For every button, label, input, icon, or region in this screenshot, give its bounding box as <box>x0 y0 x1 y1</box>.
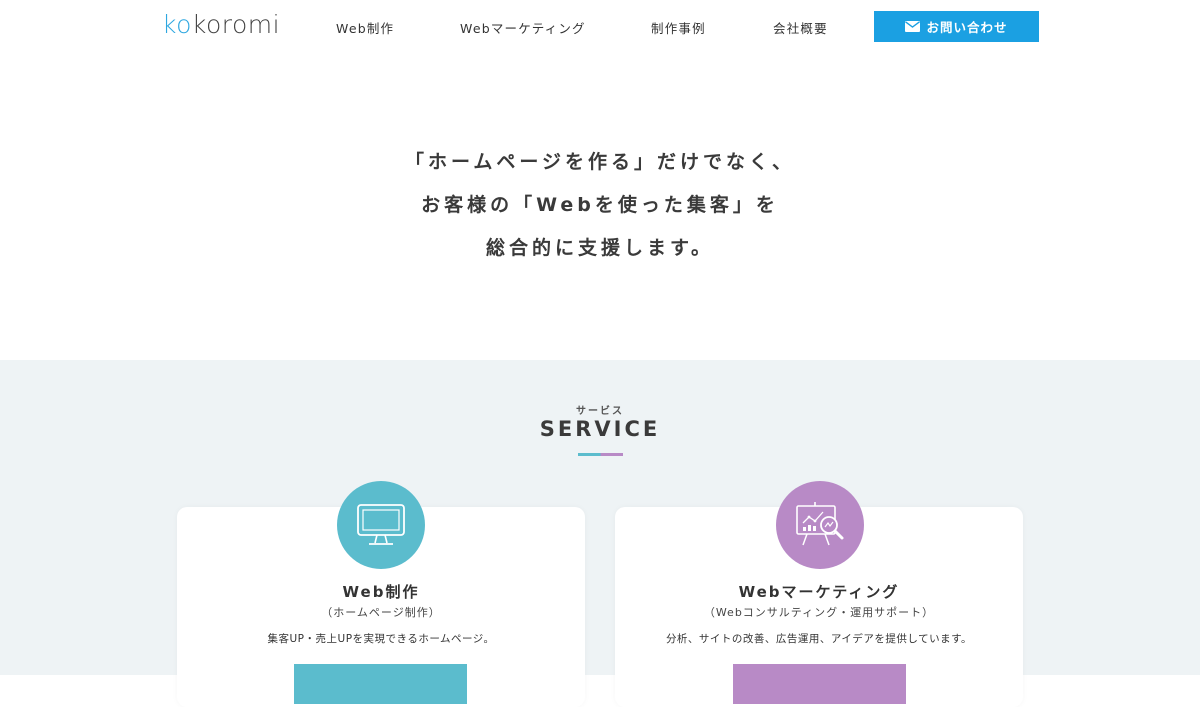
contact-button[interactable]: お問い合わせ <box>874 11 1039 42</box>
nav-works[interactable]: 制作事例 <box>651 18 706 37</box>
card-more-button[interactable] <box>733 664 906 704</box>
card-title: Webマーケティング <box>738 583 900 601</box>
card-subtitle: （Webコンサルティング・運用サポート） <box>703 606 935 619</box>
nav-web-production[interactable]: Web制作 <box>336 18 394 37</box>
card-description: 集客UP・売上UPを実現できるホームページ。 <box>267 633 495 645</box>
analytics-board-icon <box>776 481 864 569</box>
service-title-underline <box>578 453 623 456</box>
card-subtitle: （ホームページ制作） <box>321 606 441 619</box>
hero-line-3: 総合的に支援します。 <box>485 237 715 259</box>
service-title: SERVICE <box>539 417 661 441</box>
site-header: kokoromi Web制作 Webマーケティング 制作事例 会社概要 お問い合… <box>0 0 1200 54</box>
hero-line-1: 「ホームページを作る」だけでなく、 <box>404 151 796 173</box>
nav-company[interactable]: 会社概要 <box>773 18 828 37</box>
logo-rest: koromi <box>191 10 281 39</box>
logo-prefix: ko <box>162 10 192 39</box>
nav-web-marketing[interactable]: Webマーケティング <box>460 18 586 37</box>
service-section: サービス SERVICE Web制作 （ホームページ制作） 集客UP・売上UPを… <box>0 360 1200 707</box>
monitor-icon <box>337 481 425 569</box>
card-title: Web制作 <box>342 583 420 601</box>
card-more-button[interactable] <box>294 664 467 704</box>
site-logo[interactable]: kokoromi <box>162 10 280 39</box>
card-description: 分析、サイトの改善、広告運用、アイデアを提供しています。 <box>665 633 973 645</box>
mail-icon <box>905 21 921 32</box>
contact-label: お問い合わせ <box>926 20 1008 35</box>
hero-section: 「ホームページを作る」だけでなく、 お客様の「Webを使った集客」を 総合的に支… <box>0 54 1200 360</box>
hero-line-2: お客様の「Webを使った集客」を <box>421 194 779 216</box>
service-kana: サービス <box>576 406 624 417</box>
